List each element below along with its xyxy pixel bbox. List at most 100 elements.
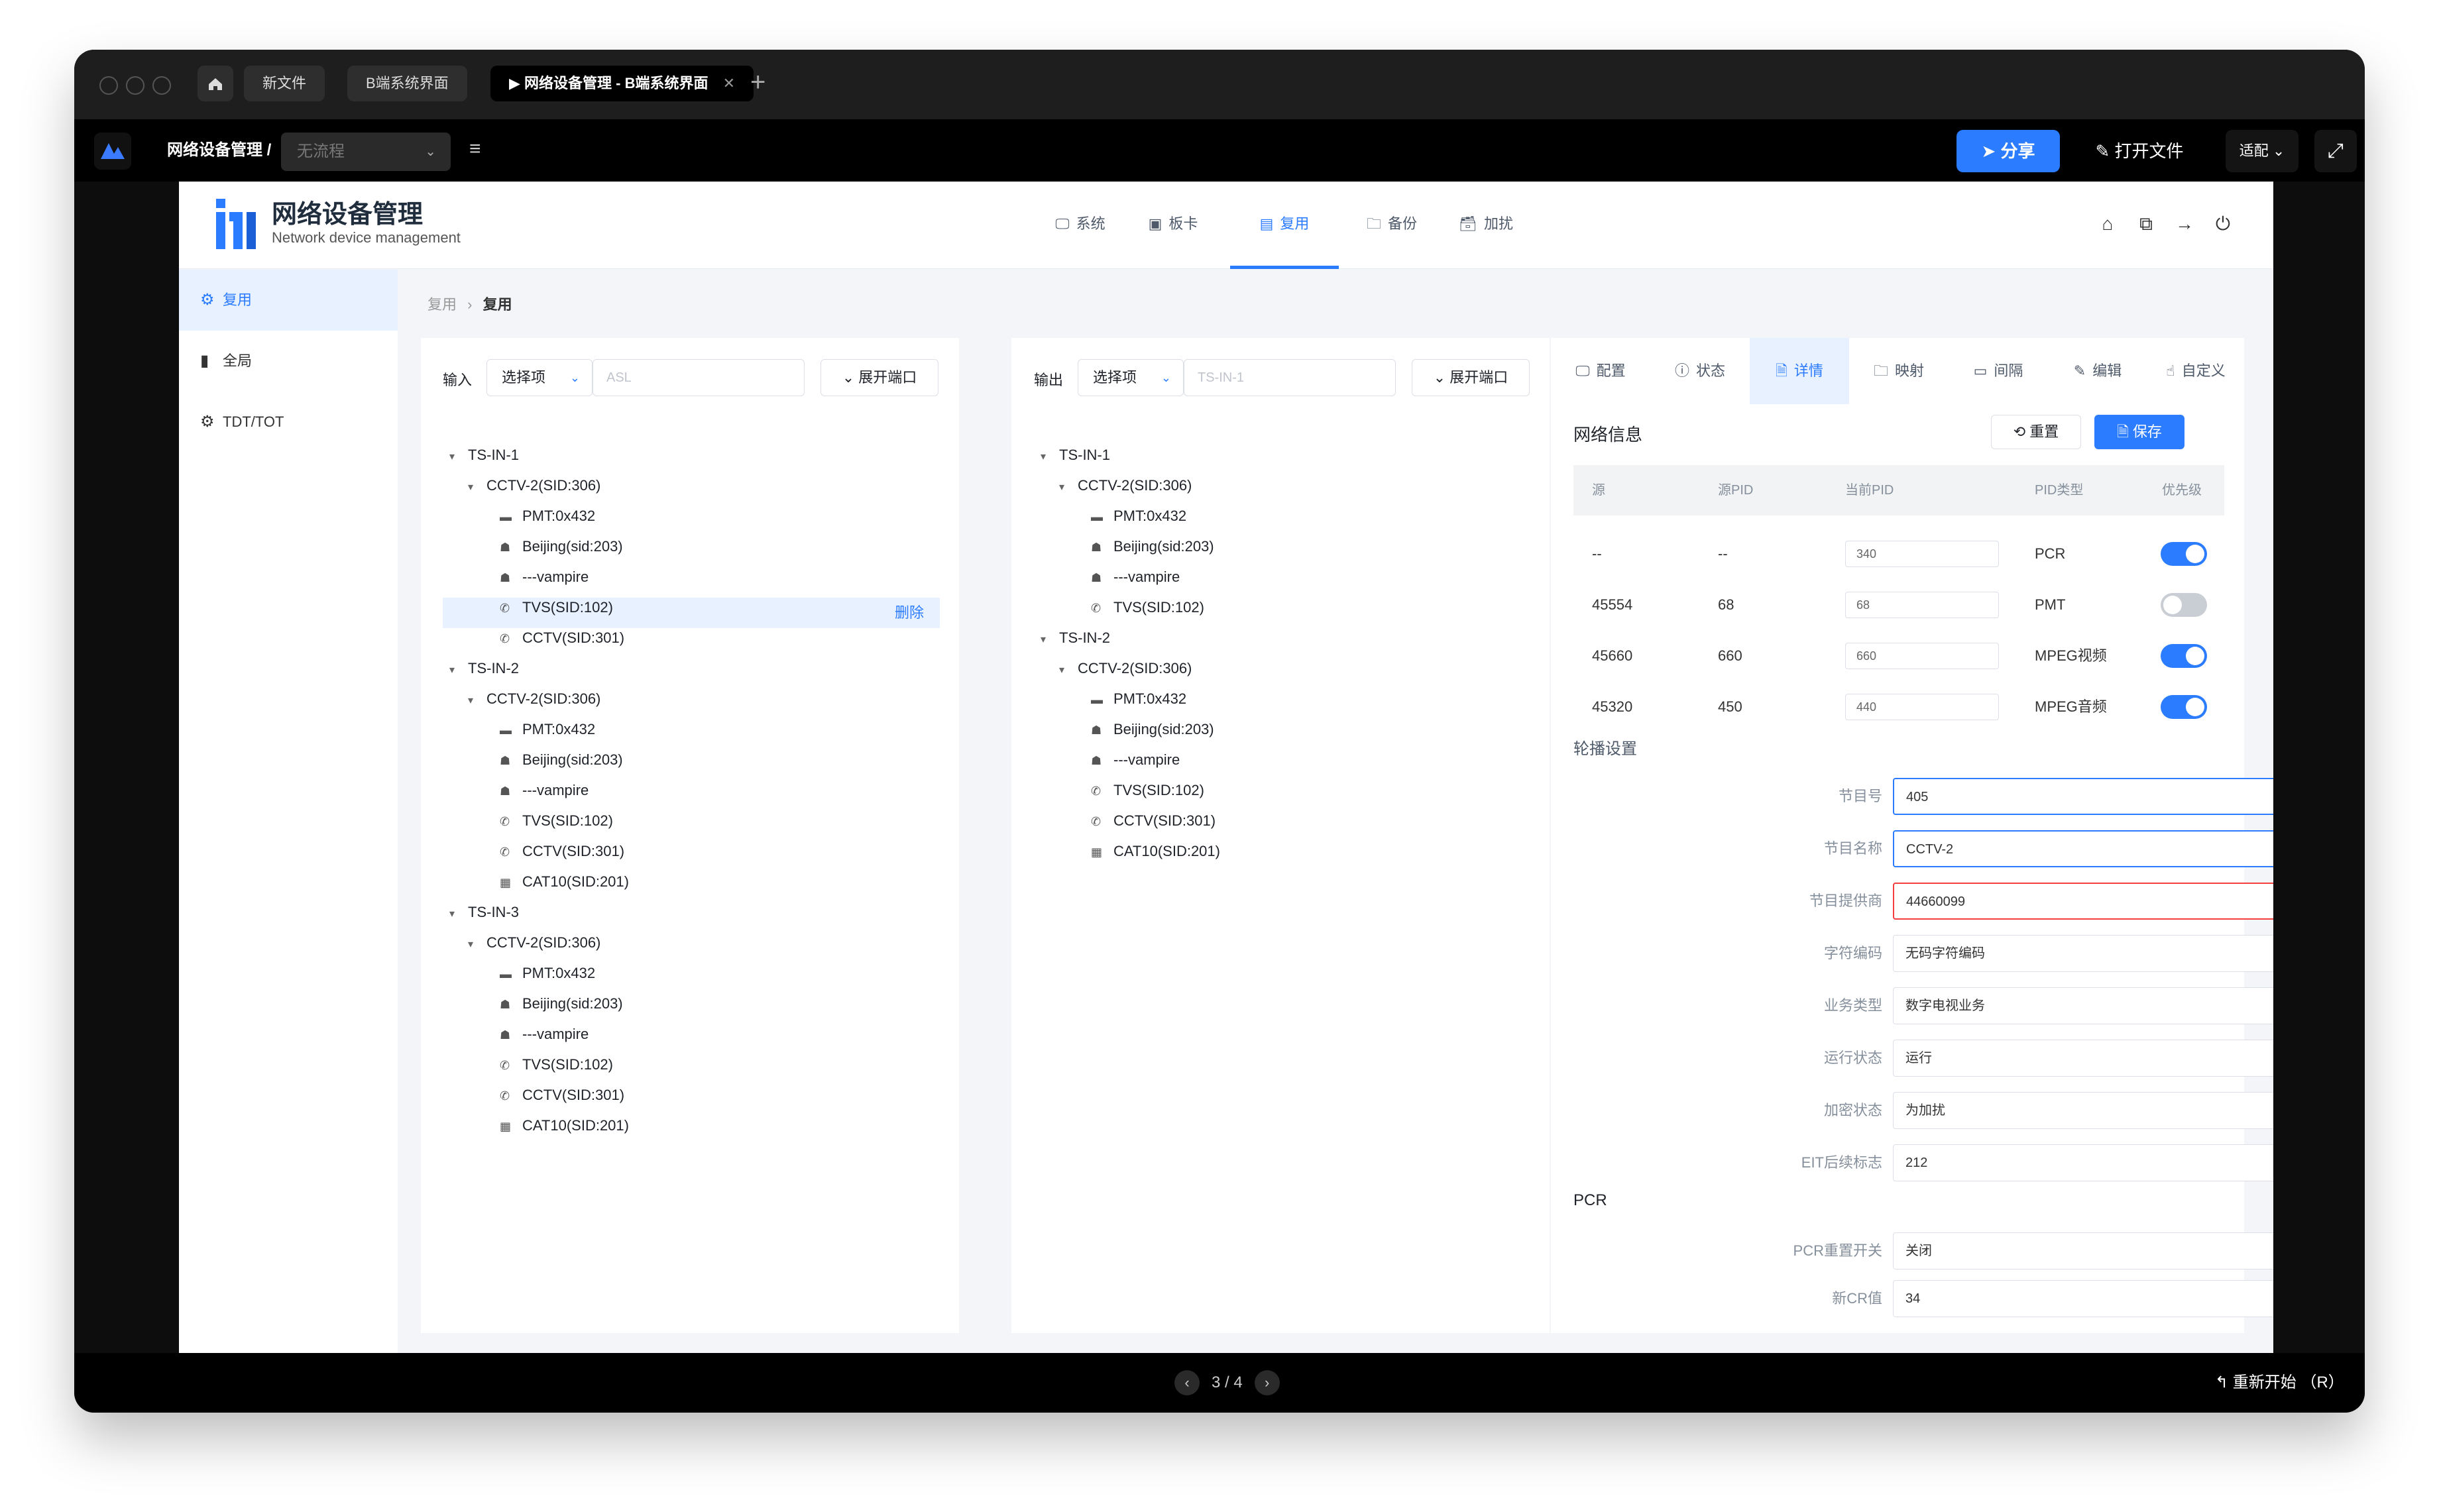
form-select[interactable]: 无码字符编码⌄ (1893, 935, 2273, 972)
tree-node[interactable]: ☗ ---vampire (500, 1019, 589, 1050)
caret-down-icon[interactable]: ▾ (468, 930, 486, 960)
caret-down-icon[interactable]: ▾ (1041, 625, 1059, 655)
tree-node[interactable]: ▾ TS-IN-2 (1041, 623, 1110, 653)
output-search[interactable]: TS-IN-1 (1184, 359, 1396, 396)
current-pid-input[interactable]: 340 (1845, 541, 1999, 567)
tab-mapping[interactable]: 🗀 映射 (1849, 338, 1949, 404)
tree-node[interactable]: ✆ TVS(SID:102) (500, 1050, 613, 1080)
tree-node[interactable]: ✆ CCTV(SID:301) (1091, 806, 1216, 836)
tree-node[interactable]: ☗ ---vampire (1091, 745, 1180, 775)
priority-toggle[interactable] (2161, 593, 2207, 617)
caret-down-icon[interactable]: ▾ (468, 472, 486, 503)
caret-down-icon[interactable]: ▾ (449, 655, 468, 686)
tree-node[interactable]: ▾ CCTV-2(SID:306) (468, 684, 600, 714)
tab-status[interactable]: ⓘ 状态 (1650, 338, 1750, 404)
home-icon[interactable]: ⌂ (2094, 211, 2121, 237)
tree-node[interactable]: ▦ CAT10(SID:201) (1091, 836, 1220, 867)
form-select[interactable]: 数字电视业务⌄ (1893, 987, 2273, 1024)
nav-system[interactable]: 🖵 系统 (1041, 182, 1120, 269)
tree-node[interactable]: ▬ PMT:0x432 (500, 714, 595, 745)
tree-node[interactable]: ▬ PMT:0x432 (500, 501, 595, 531)
tree-node[interactable]: ✆ CCTV(SID:301) (500, 836, 624, 867)
maximize-window-icon[interactable] (152, 76, 171, 95)
form-select[interactable]: 34⌄ (1893, 1280, 2273, 1317)
form-select[interactable]: 212⌄ (1893, 1144, 2273, 1181)
tree-node[interactable]: ✆ TVS(SID:102) (500, 592, 613, 623)
tree-node[interactable]: ▬ PMT:0x432 (500, 958, 595, 989)
priority-toggle[interactable] (2161, 695, 2207, 719)
new-tab-icon[interactable]: + (750, 64, 766, 100)
nav-scramble[interactable]: 🗃 加扰 (1446, 182, 1526, 269)
nav-backup[interactable]: 🗀 备份 (1352, 182, 1432, 269)
output-select[interactable]: 选择项 ⌄ (1078, 359, 1184, 396)
nav-board[interactable]: ▣ 板卡 (1133, 182, 1213, 269)
caret-down-icon[interactable]: ▾ (449, 899, 468, 930)
minimize-window-icon[interactable] (126, 76, 144, 95)
priority-toggle[interactable] (2161, 644, 2207, 668)
close-tab-icon[interactable]: ✕ (723, 75, 735, 91)
menu-icon[interactable]: ≡ (469, 138, 481, 160)
restart-button[interactable]: ↰ 重新开始 （R） (2215, 1369, 2344, 1397)
form-select[interactable]: 关闭⌄ (1893, 1232, 2273, 1269)
caret-down-icon[interactable]: ▾ (1059, 472, 1078, 503)
share-button[interactable]: ➤ 分享 (1957, 130, 2060, 172)
tree-node[interactable]: ✆ TVS(SID:102) (500, 806, 613, 836)
tree-node[interactable]: ▾ TS-IN-3 (449, 897, 519, 928)
prev-page-icon[interactable]: ‹ (1174, 1370, 1200, 1395)
tree-node[interactable]: ▾ CCTV-2(SID:306) (1059, 470, 1192, 501)
open-file-button[interactable]: ✎ 打开文件 (2080, 130, 2199, 172)
form-input[interactable]: CCTV-2 (1893, 830, 2273, 867)
tree-node[interactable]: ✆ TVS(SID:102) (1091, 592, 1204, 623)
tree-node[interactable]: ✆ TVS(SID:102) (1091, 775, 1204, 806)
tree-node[interactable]: ☗ Beijing(sid:203) (1091, 714, 1214, 745)
tree-node[interactable]: ▾ CCTV-2(SID:306) (1059, 653, 1192, 684)
tab-config[interactable]: 🖵 配置 (1551, 338, 1650, 404)
tree-node[interactable]: ▬ PMT:0x432 (1091, 501, 1186, 531)
form-input[interactable]: 44660099 (1893, 883, 2273, 920)
input-search[interactable]: ASL (593, 359, 805, 396)
caret-down-icon[interactable]: ▾ (468, 686, 486, 716)
breadcrumb-parent[interactable]: 复用 (427, 296, 457, 313)
delete-link[interactable]: 删除 (895, 598, 924, 628)
close-window-icon[interactable] (99, 76, 118, 95)
fit-select[interactable]: 适配 ⌄ (2226, 130, 2298, 172)
tree-node[interactable]: ▾ TS-IN-2 (449, 653, 519, 684)
reset-button[interactable]: ⟲ 重置 (1991, 415, 2081, 449)
tree-node[interactable]: ☗ ---vampire (1091, 562, 1180, 592)
tree-node[interactable]: ☗ Beijing(sid:203) (500, 989, 623, 1019)
tab-network-device[interactable]: ▶ 网络设备管理 - B端系统界面 ✕ (490, 66, 754, 101)
tab-b-system[interactable]: B端系统界面 (347, 66, 467, 101)
tab-new-file[interactable]: 新文件 (244, 66, 325, 101)
tab-edit[interactable]: ✎ 编辑 (2048, 338, 2147, 404)
tree-node[interactable]: ▾ CCTV-2(SID:306) (468, 470, 600, 501)
tree-node[interactable]: ▾ TS-IN-1 (449, 440, 519, 470)
tab-interval[interactable]: ▭ 间隔 (1949, 338, 2048, 404)
tree-node[interactable]: ☗ Beijing(sid:203) (1091, 531, 1214, 562)
form-select[interactable]: 运行⌄ (1893, 1040, 2273, 1077)
caret-down-icon[interactable]: ▾ (449, 442, 468, 472)
tree-node[interactable]: ▾ CCTV-2(SID:306) (468, 928, 600, 958)
tree-node[interactable]: ☗ Beijing(sid:203) (500, 531, 623, 562)
next-page-icon[interactable]: › (1254, 1370, 1280, 1395)
sidebar-item-global[interactable]: ▮ 全局 (179, 331, 398, 392)
current-pid-input[interactable]: 68 (1845, 592, 1999, 618)
tree-node[interactable]: ✆ CCTV(SID:301) (500, 623, 624, 653)
arrow-right-icon[interactable]: → (2171, 211, 2198, 237)
tree-node[interactable]: ▾ TS-IN-1 (1041, 440, 1110, 470)
nav-multiplex[interactable]: ▤ 复用 (1230, 182, 1339, 269)
current-pid-input[interactable]: 660 (1845, 643, 1999, 669)
form-input[interactable]: 405 (1893, 778, 2273, 815)
tree-node[interactable]: ☗ Beijing(sid:203) (500, 745, 623, 775)
input-select[interactable]: 选择项 ⌄ (486, 359, 593, 396)
tree-node[interactable]: ☗ ---vampire (500, 562, 589, 592)
tab-detail[interactable]: 🗎 详情 (1750, 338, 1849, 404)
form-select[interactable]: 为加扰⌄ (1893, 1092, 2273, 1129)
fullscreen-icon[interactable]: ⤢ (2314, 130, 2357, 172)
tree-node[interactable]: ✆ CCTV(SID:301) (500, 1080, 624, 1110)
input-expand-button[interactable]: ⌄ 展开端口 (821, 359, 938, 396)
save-button[interactable]: 🗎 保存 (2094, 415, 2184, 449)
sidebar-item-multiplex[interactable]: ⚙ 复用 (179, 270, 398, 331)
current-pid-input[interactable]: 440 (1845, 694, 1999, 720)
caret-down-icon[interactable]: ▾ (1059, 655, 1078, 686)
tab-custom[interactable]: ☝ 自定义 (2147, 338, 2244, 404)
